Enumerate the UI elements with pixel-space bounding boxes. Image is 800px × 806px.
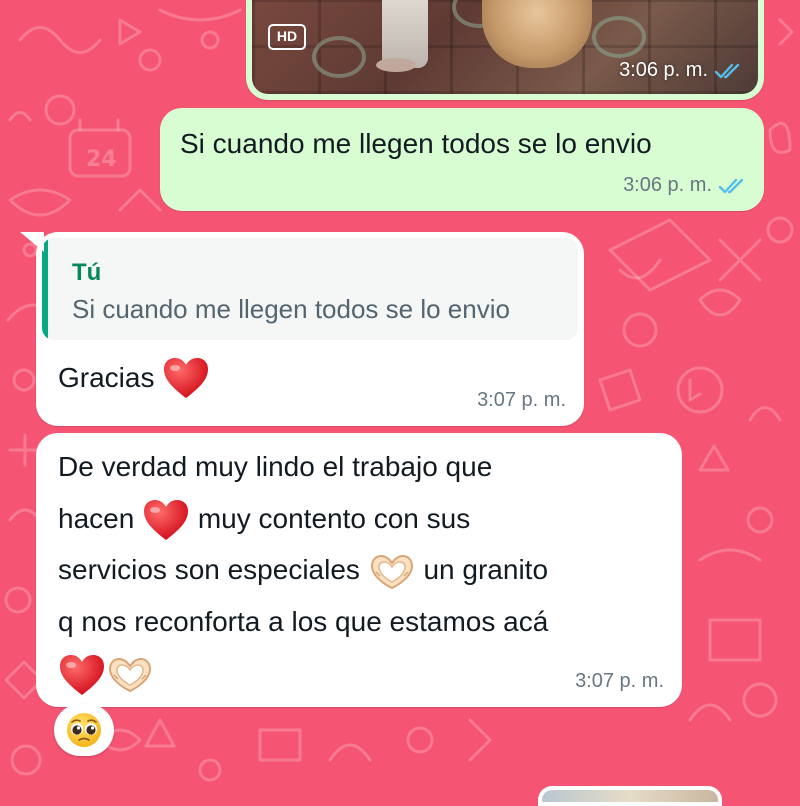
- message-time: 3:07 p. m.: [477, 389, 566, 411]
- message-segment: servicios son especiales: [58, 554, 360, 585]
- message-segment: hacen: [58, 502, 135, 534]
- quote-text: Si cuando me llegen todos se lo envio: [72, 294, 510, 324]
- message-meta: 3:07 p. m.: [477, 389, 566, 412]
- quoted-message[interactable]: Tú Si cuando me llegen todos se lo envio: [42, 238, 578, 340]
- message-segment: un granito: [423, 554, 549, 585]
- message-meta: 3:06 p. m.: [623, 174, 746, 197]
- outgoing-text-message[interactable]: Si cuando me llegen todos se lo envio 3:…: [160, 108, 764, 211]
- pleading-face-icon: [67, 713, 101, 747]
- message-line: De verdad muy lindo el trabajo que: [58, 441, 660, 493]
- heart-hands-icon: [370, 554, 413, 589]
- message-time: 3:07 p. m.: [575, 670, 664, 692]
- photo-figure-shoe: [376, 58, 416, 72]
- bubble-tail: [20, 232, 44, 252]
- floor-tile-pattern: [312, 36, 366, 78]
- image-thumbnail[interactable]: HD 3:06 p. m.: [252, 0, 758, 94]
- message-text: Si cuando me llegen todos se lo envio: [180, 128, 652, 159]
- message-meta: 3:06 p. m.: [619, 59, 742, 82]
- message-meta: 3:07 p. m.: [575, 670, 664, 693]
- quote-accent-bar: [42, 238, 48, 340]
- message-text: De verdad muy lindo el trabajo que hacen…: [58, 441, 660, 699]
- double-check-read-icon: [714, 63, 740, 78]
- floor-tile-pattern: [592, 16, 646, 58]
- message-line: hacen muy contento con sus: [58, 493, 660, 545]
- message-time: 3:06 p. m.: [623, 174, 712, 196]
- message-line: servicios son especiales un granito: [58, 544, 660, 596]
- message-line: q nos reconforta a los que estamos acá: [58, 596, 660, 648]
- red-heart-icon: [60, 654, 104, 695]
- next-image-message-peek[interactable]: [538, 786, 722, 806]
- red-heart-icon: [164, 358, 209, 398]
- hd-badge: HD: [268, 24, 306, 50]
- incoming-reply-message[interactable]: Tú Si cuando me llegen todos se lo envio…: [20, 232, 584, 426]
- message-segment: muy contento con sus: [197, 502, 471, 534]
- message-line: [58, 647, 660, 699]
- outgoing-image-message[interactable]: HD 3:06 p. m.: [246, 0, 764, 100]
- double-check-read-icon: [718, 178, 744, 193]
- message-reaction[interactable]: [54, 704, 114, 756]
- incoming-text-message[interactable]: De verdad muy lindo el trabajo que hacen…: [36, 433, 682, 707]
- photo-plush: [482, 0, 592, 68]
- message-time: 3:06 p. m.: [619, 59, 708, 81]
- image-thumbnail: [542, 790, 718, 802]
- quote-author: Tú: [72, 259, 102, 286]
- message-segment: q nos reconforta a los que estamos acá: [58, 605, 549, 637]
- red-heart-icon: [144, 500, 189, 541]
- message-segment: De verdad muy lindo el trabajo que: [58, 451, 493, 482]
- message-text: Gracias: [58, 362, 155, 393]
- heart-hands-icon: [108, 657, 152, 692]
- svg-text:24: 24: [86, 147, 117, 172]
